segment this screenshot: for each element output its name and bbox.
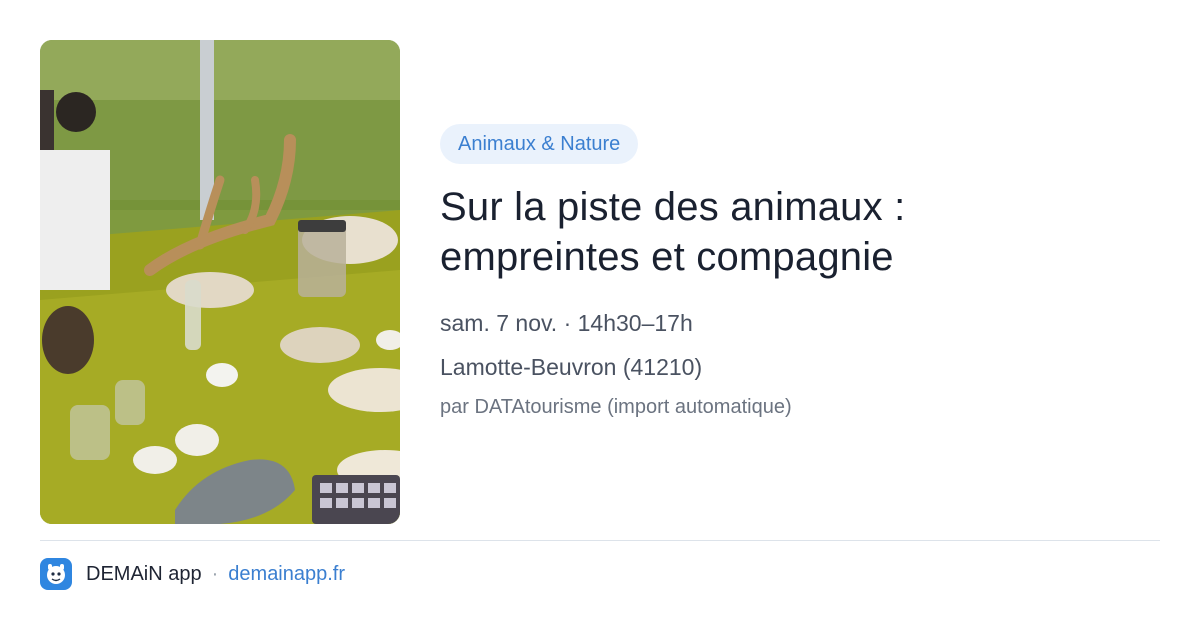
footer-divider — [40, 540, 1160, 541]
event-image[interactable] — [40, 40, 400, 524]
event-source: par DATAtourisme (import automatique) — [440, 396, 792, 418]
event-location: Lamotte-Beuvron (41210) — [440, 354, 703, 380]
event-title[interactable]: Sur la piste des animaux : empreintes et… — [440, 182, 1160, 282]
event-title-line-1: Sur la piste des animaux : — [440, 185, 906, 229]
footer: DEMAiN app · demainapp.fr — [40, 557, 345, 591]
event-photo — [40, 40, 400, 524]
footer-separator: · — [211, 562, 219, 585]
category-tag[interactable]: Animaux & Nature — [440, 124, 639, 164]
demain-app-icon — [40, 558, 72, 590]
app-name: DEMAiN app — [86, 562, 202, 585]
event-details: Animaux & Nature Sur la piste des animau… — [440, 124, 1160, 420]
event-title-line-2: empreintes et compagnie — [440, 235, 894, 279]
app-domain-link[interactable]: demainapp.fr — [228, 563, 345, 586]
event-datetime: sam. 7 nov. · 14h30–17h — [440, 310, 693, 336]
